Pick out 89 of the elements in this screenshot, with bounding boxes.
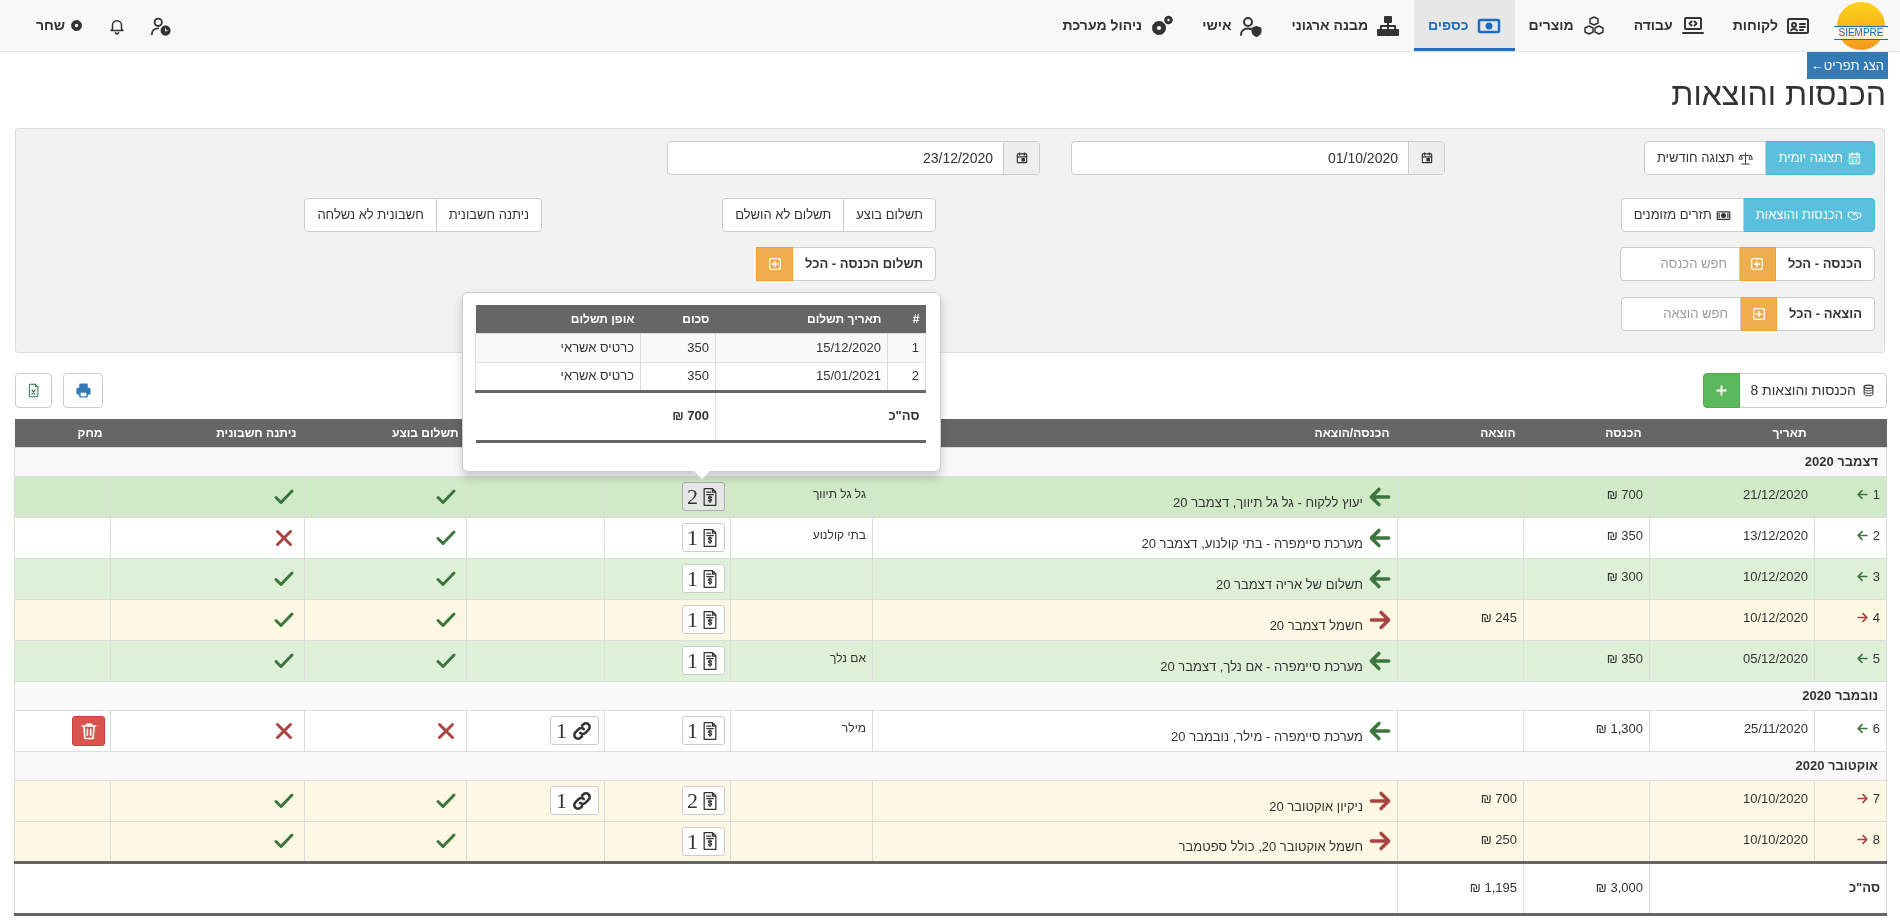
toggle-button[interactable]: תזרים מזומנים — [1620, 198, 1744, 232]
table-cell: 700 ₪ — [475, 391, 716, 441]
table-cell: 21/12/2020 — [1649, 476, 1815, 517]
nav-tab[interactable]: לקוחות — [1718, 0, 1824, 51]
receipts-button[interactable]: 2 — [682, 482, 725, 511]
receipts-button[interactable]: 1 — [682, 564, 725, 593]
column-header: תאריך — [1649, 419, 1815, 447]
table-cell: 350 ₪ — [1523, 517, 1650, 558]
column-header: הכנסה — [1523, 419, 1650, 447]
column-header: תאריך תשלום — [715, 305, 888, 333]
table-cell: 1,195 ₪ — [1397, 862, 1524, 914]
column-header: הוצאה — [1397, 419, 1524, 447]
table-cell: 3,000 ₪ — [1523, 862, 1650, 914]
table-cell: מילר — [730, 710, 873, 751]
search-field[interactable]: חפש הוצאה — [1621, 297, 1741, 331]
links-button[interactable]: 1 — [550, 786, 599, 815]
row-number: 8 — [1872, 830, 1880, 849]
row-number: 5 — [1872, 649, 1880, 668]
table-cell: גל גל תיווך — [730, 476, 873, 517]
table-cell: 700 ₪ — [1523, 476, 1650, 517]
nav-tab[interactable]: מוצרים — [1514, 0, 1620, 51]
toggle-button[interactable]: תשלום לא הושלם — [722, 198, 845, 232]
nav-tab[interactable]: כספים — [1414, 0, 1515, 51]
filter-label[interactable]: הכנסה - הכל — [1774, 247, 1875, 281]
date-field[interactable]: 23/12/2020 — [667, 141, 1040, 175]
user-menu[interactable]: שחר — [24, 0, 97, 51]
toggle-button[interactable]: תצוגה חודשית — [1643, 141, 1767, 175]
entry-description: חשמל אוקטובר 20, כולל ספטמבר — [1178, 838, 1363, 857]
column-header: סכום — [640, 305, 716, 333]
nav-tab[interactable]: אישי — [1188, 0, 1278, 51]
links-button[interactable]: 1 — [550, 716, 599, 745]
toggle-button[interactable]: ניתנה חשבונית — [435, 198, 543, 232]
toggle-button[interactable]: חשבונית לא נשלחה — [304, 198, 437, 232]
row-number: 2 — [1872, 526, 1880, 545]
table-cell: 13/12/2020 — [1649, 517, 1815, 558]
entry-description: מערכת סיימפרה - מילר, נובמבר 20 — [1171, 727, 1363, 746]
column-header: מחק — [14, 419, 111, 447]
table-cell: 350 — [640, 333, 716, 362]
table-cell: סה"כ — [1649, 862, 1887, 914]
entry-description: מערכת סיימפרה - בתי קולנוע, דצמבר 20 — [1141, 534, 1363, 553]
receipts-button[interactable]: 1 — [682, 523, 725, 552]
toggle-button[interactable]: תשלום בוצע — [843, 198, 936, 232]
receipts-button[interactable]: 1 — [682, 605, 725, 634]
table-cell: בתי קולנוע — [730, 517, 873, 558]
table-cell: סה"כ — [715, 391, 926, 441]
table-cell: 700 ₪ — [1397, 780, 1524, 821]
search-field[interactable]: חפש הכנסה — [1619, 247, 1740, 281]
entry-description: חשמל דצמבר 20 — [1269, 616, 1363, 635]
table-cell: אם נלך — [730, 640, 873, 681]
table-cell: 10/12/2020 — [1649, 599, 1815, 640]
row-number: 6 — [1872, 719, 1880, 738]
row-number: 1 — [1872, 485, 1880, 504]
filter-label[interactable]: תשלום הכנסה - הכל — [792, 247, 936, 281]
row-number: 4 — [1872, 608, 1880, 627]
entry-description: תשלום של אריה דצמבר 20 — [1216, 575, 1363, 594]
table-cell: 1,300 ₪ — [1523, 710, 1650, 751]
date-field[interactable]: 01/10/2020 — [1071, 141, 1445, 175]
nav-tab[interactable]: ניהול מערכת — [1048, 0, 1189, 51]
column-header: # — [887, 305, 926, 333]
filter-label[interactable]: הוצאה - הכל — [1776, 297, 1875, 331]
table-cell: 245 ₪ — [1397, 599, 1524, 640]
table-cell: 15/12/2020 — [715, 333, 888, 362]
table-cell: כרטיס אשראי — [475, 333, 641, 362]
table-cell: 10/10/2020 — [1649, 780, 1815, 821]
nav-tab[interactable]: מבנה ארגוני — [1277, 0, 1415, 51]
receipts-button[interactable]: 1 — [682, 646, 725, 675]
records-count-button[interactable]: הכנסות והוצאות 8 — [1739, 373, 1887, 408]
nav-tab[interactable]: עבודה — [1619, 0, 1719, 51]
entry-description: יעוץ ללקוח - גל גל תיווך, דצמבר 20 — [1173, 493, 1363, 512]
table-cell: 350 ₪ — [1523, 640, 1650, 681]
table-cell: 2 — [887, 362, 926, 391]
receipts-button[interactable]: 1 — [682, 716, 725, 745]
table-cell: 10/12/2020 — [1649, 558, 1815, 599]
row-number: 3 — [1872, 567, 1880, 586]
month-group-header: נובמבר 2020 — [14, 681, 1887, 710]
show-menu-tab[interactable]: הצג תפריט← — [1806, 52, 1888, 79]
table-cell: 05/12/2020 — [1649, 640, 1815, 681]
column-header: אופן תשלום — [475, 305, 641, 333]
receipts-button[interactable]: 2 — [682, 786, 725, 815]
row-number: 7 — [1872, 789, 1880, 808]
table-cell: 25/11/2020 — [1649, 710, 1815, 751]
entry-description: מערכת סיימפרה - אם נלך, דצמבר 20 — [1160, 657, 1363, 676]
entry-description: ניקיון אוקטובר 20 — [1269, 797, 1363, 816]
table-cell: 300 ₪ — [1523, 558, 1650, 599]
logo-text: SIEMPRE — [1834, 26, 1888, 40]
column-header: ניתנה חשבונית — [110, 419, 305, 447]
receipts-button[interactable]: 1 — [682, 826, 725, 856]
table-cell: 1 — [887, 333, 926, 362]
month-group-header: אוקטובר 2020 — [14, 751, 1887, 780]
